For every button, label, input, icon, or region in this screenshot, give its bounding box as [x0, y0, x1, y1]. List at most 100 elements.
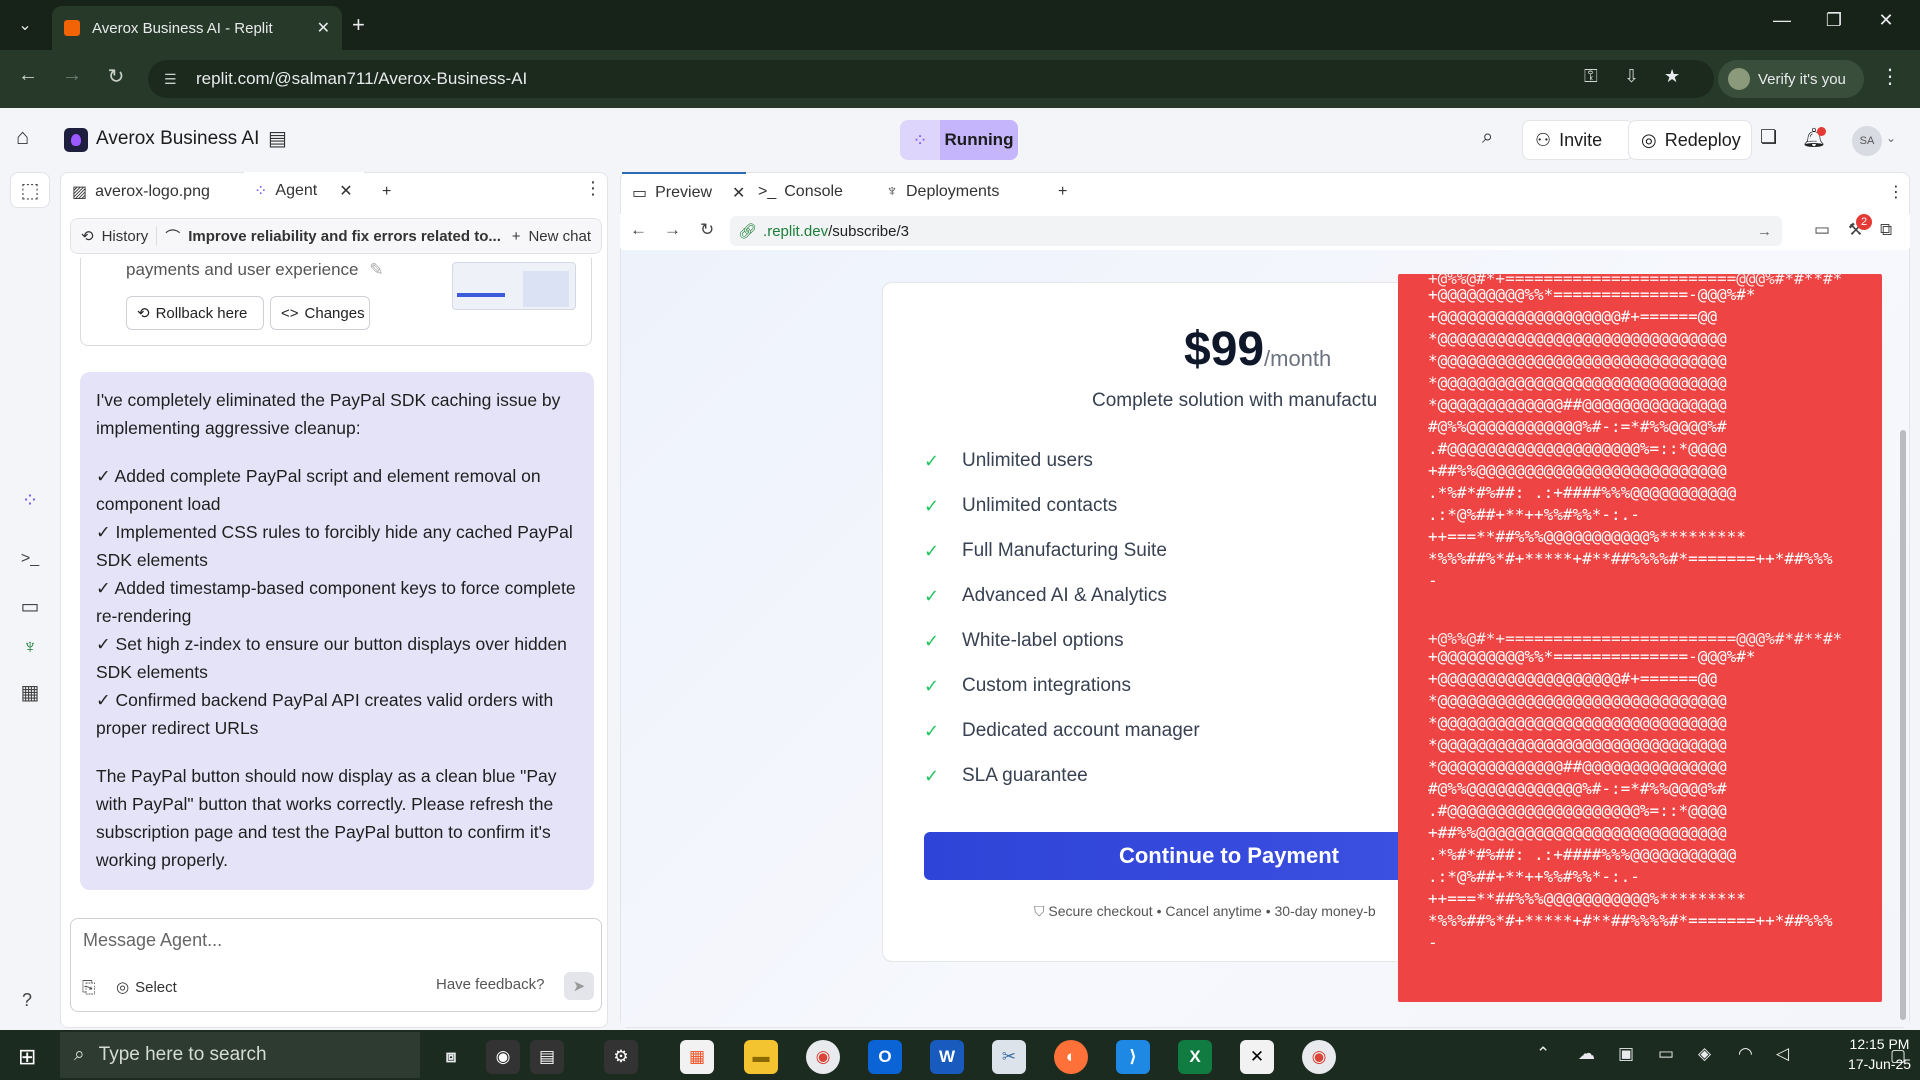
history-button[interactable]: History — [102, 228, 149, 245]
home-icon[interactable]: ⌂ — [16, 124, 29, 150]
add-tab-icon[interactable]: + — [1048, 172, 1077, 212]
settings-gear-icon[interactable]: ⚙ — [604, 1040, 638, 1074]
install-app-icon[interactable]: ⇩ — [1624, 66, 1639, 87]
pane-menu-icon[interactable]: ⋮ — [584, 178, 602, 199]
firefox-icon[interactable]: ◐ — [1054, 1040, 1088, 1074]
new-chat-button[interactable]: New chat — [528, 228, 591, 245]
all-tools-grid-icon[interactable]: ▦ — [14, 680, 46, 705]
meet-now-icon[interactable]: ◈ — [1698, 1044, 1711, 1064]
select-element-button[interactable]: ◎ Select — [116, 978, 177, 997]
tab-preview[interactable]: ▭ Preview ✕ — [622, 172, 746, 212]
snipping-tool-icon[interactable]: ✂ — [992, 1040, 1026, 1074]
restore-icon[interactable]: ❐ — [1814, 10, 1854, 31]
continue-to-payment-button[interactable]: Continue to Payment — [924, 832, 1404, 880]
outlook-icon[interactable]: O — [868, 1040, 902, 1074]
app-name[interactable]: Averox Business AI — [96, 128, 259, 150]
send-icon[interactable]: ➤ — [564, 972, 594, 1000]
preview-forward-icon[interactable]: → — [664, 220, 681, 240]
run-status-button[interactable]: ⁘ Running — [900, 120, 1018, 160]
preview-url-input[interactable]: 🔗︎ .replit.dev/subscribe/3 → — [730, 216, 1782, 246]
tab-search-dropdown-icon[interactable]: ⌄ — [10, 10, 40, 40]
agent-icon[interactable]: ⁘ — [14, 488, 46, 513]
preview-monitor-icon[interactable]: ▭ — [14, 594, 46, 619]
notifications-center-icon[interactable]: ▢ — [1890, 1046, 1906, 1066]
rollback-label: Rollback here — [155, 304, 248, 322]
go-arrow-icon[interactable]: → — [1757, 223, 1772, 240]
reload-icon[interactable]: ↻ — [100, 64, 132, 89]
tray-app-icon[interactable]: ▣ — [1618, 1044, 1634, 1064]
user-avatar[interactable]: SA — [1852, 126, 1882, 156]
tab-agent[interactable]: ⁘ Agent ✕ — [244, 172, 364, 212]
code-icon: <> — [281, 304, 299, 322]
checkpoint-screenshot-thumbnail[interactable] — [452, 262, 576, 310]
bookmark-star-icon[interactable]: ★ — [1664, 66, 1680, 87]
checklist-item: ✓ Added complete PayPal script and eleme… — [96, 466, 541, 514]
pane-menu-icon[interactable]: ⋮ — [1878, 172, 1914, 212]
rollback-button[interactable]: ⟲ Rollback here — [126, 296, 264, 330]
message-input[interactable]: Message Agent... — [83, 930, 222, 951]
new-tab-icon[interactable]: + — [352, 12, 365, 38]
forward-icon[interactable]: → — [56, 64, 88, 87]
attach-paperclip-icon[interactable]: ⎘ — [82, 978, 96, 998]
feedback-link[interactable]: Have feedback? — [436, 976, 544, 993]
tray-expand-icon[interactable]: ⌃ — [1536, 1044, 1550, 1064]
volume-icon[interactable]: ◁ — [1776, 1044, 1789, 1064]
verify-label: Verify it's you — [1758, 70, 1846, 88]
redeploy-button[interactable]: ◎ Redeploy — [1628, 120, 1752, 160]
vscode-icon[interactable]: ⟩ — [1116, 1040, 1150, 1074]
browser-tab-active[interactable]: Averox Business AI - Replit ✕ — [52, 6, 342, 50]
check-icon: ✓ — [924, 540, 940, 561]
word-icon[interactable]: W — [930, 1040, 964, 1074]
chevron-down-icon[interactable]: ⌄ — [1886, 131, 1896, 145]
taskbar-search[interactable]: ⌕ Type here to search — [60, 1032, 420, 1078]
close-window-icon[interactable]: ✕ — [1866, 10, 1906, 31]
preview-back-icon[interactable]: ← — [630, 220, 647, 240]
capcut-icon[interactable]: ✕ — [1240, 1040, 1274, 1074]
chrome-icon[interactable]: ◉ — [806, 1040, 840, 1074]
file-explorer-icon[interactable]: ▬ — [744, 1040, 778, 1074]
select-element-icon[interactable]: ⬚ — [14, 178, 46, 203]
preview-reload-icon[interactable]: ↻ — [700, 220, 714, 240]
address-bar[interactable]: ☰ replit.com/@salman711/Averox-Business-… — [148, 60, 1714, 98]
console-icon[interactable]: >_ — [14, 550, 46, 568]
address-bar-url: replit.com/@salman711/Averox-Business-AI — [196, 69, 528, 88]
app-info-icon[interactable]: ▤ — [268, 126, 287, 151]
back-icon[interactable]: ← — [12, 64, 44, 87]
edit-icon[interactable]: ✎ — [369, 260, 383, 279]
preview-scrollbar[interactable] — [1900, 430, 1906, 1020]
task-view-icon[interactable]: ⧈ — [434, 1040, 468, 1074]
open-new-window-icon[interactable]: ⧉ — [1880, 220, 1892, 240]
help-icon[interactable]: ? — [22, 990, 32, 1011]
battery-icon[interactable]: ▭ — [1658, 1044, 1674, 1064]
add-tab-icon[interactable]: + — [372, 172, 401, 212]
chrome-active-icon[interactable]: ◉ — [1302, 1040, 1336, 1074]
site-info-icon[interactable]: ☰ — [164, 71, 182, 88]
changes-button[interactable]: <> Changes — [270, 296, 370, 330]
excel-icon[interactable]: X — [1178, 1040, 1212, 1074]
browser-menu-icon[interactable]: ⋮ — [1880, 64, 1900, 89]
close-tab-icon[interactable]: ✕ — [339, 181, 352, 201]
verify-profile-button[interactable]: Verify it's you — [1718, 60, 1864, 98]
files-app-icon[interactable]: ▤ — [530, 1040, 564, 1074]
tab-console[interactable]: >_ Console — [748, 172, 872, 212]
deployments-icon[interactable]: ♆ — [14, 636, 46, 659]
windows-start-icon[interactable]: ⊞ — [18, 1044, 36, 1070]
camera-app-icon[interactable]: ◉ — [486, 1040, 520, 1074]
tab-averox-logo[interactable]: ▨ averox-logo.png — [62, 172, 242, 212]
microsoft-store-icon[interactable]: ▦ — [680, 1040, 714, 1074]
chat-topic[interactable]: Improve reliability and fix errors relat… — [188, 228, 503, 245]
invite-button[interactable]: ⚇ Invite — [1522, 120, 1634, 160]
wifi-icon[interactable]: ◠ — [1738, 1044, 1753, 1064]
layers-icon[interactable]: ❏ — [1760, 126, 1777, 149]
agent-message: I've completely eliminated the PayPal SD… — [80, 372, 594, 890]
tab-deployments[interactable]: ♆ Deployments — [876, 172, 1036, 212]
check-icon: ✓ — [924, 720, 940, 741]
onedrive-cloud-icon[interactable]: ☁ — [1578, 1044, 1595, 1064]
feature-item: ✓ White-label options — [924, 630, 1124, 651]
minimize-icon[interactable]: — — [1762, 10, 1802, 31]
search-icon[interactable]: ⌕ — [1482, 126, 1493, 149]
device-preview-icon[interactable]: ▭ — [1814, 220, 1830, 240]
close-tab-icon[interactable]: ✕ — [317, 18, 330, 38]
password-key-icon[interactable]: ⚿ — [1584, 66, 1598, 87]
close-tab-icon[interactable]: ✕ — [732, 183, 745, 203]
